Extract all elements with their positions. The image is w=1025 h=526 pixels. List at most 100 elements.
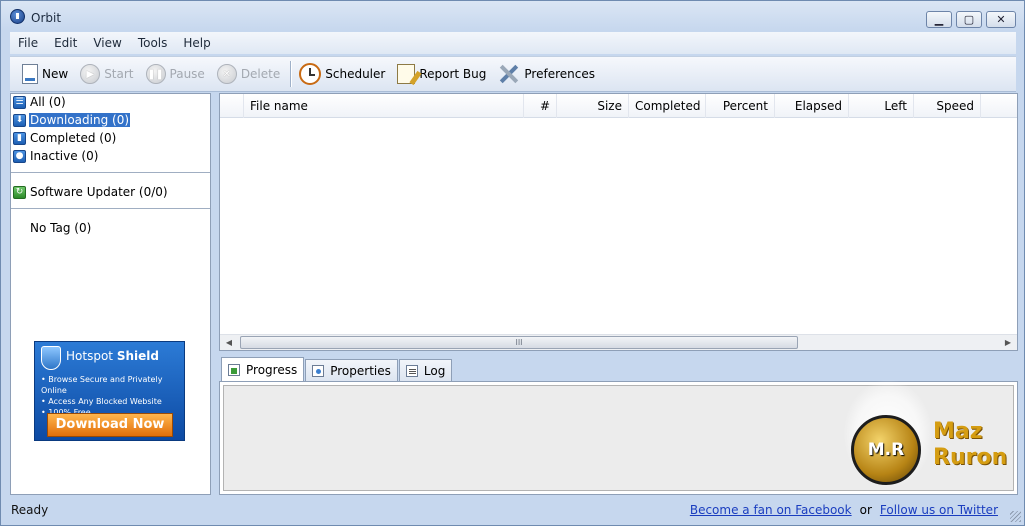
status-links: Become a fan on Facebook or Follow us on… xyxy=(690,503,998,517)
tab-log[interactable]: Log xyxy=(398,359,453,381)
window-title: Orbit xyxy=(31,11,62,25)
sidebar-divider xyxy=(11,172,210,174)
new-button[interactable]: New xyxy=(22,61,68,87)
sidebar-divider xyxy=(11,208,210,210)
tab-progress-label: Progress xyxy=(246,362,298,377)
menu-file[interactable]: File xyxy=(18,36,38,50)
report-bug-icon xyxy=(397,64,416,84)
category-downloading-label: Downloading (0) xyxy=(29,113,131,127)
inactive-icon: ● xyxy=(13,149,26,163)
ad-brand-light: Hotspot xyxy=(66,349,113,363)
scheduler-button[interactable]: Scheduler xyxy=(299,61,385,87)
orbit-app-icon xyxy=(10,9,25,24)
title-bar[interactable]: Orbit ▁ ▢ ✕ xyxy=(1,1,1024,31)
column-number[interactable]: # xyxy=(524,94,557,118)
play-icon: ▶ xyxy=(80,64,101,84)
menu-tools[interactable]: Tools xyxy=(138,36,168,50)
download-list-header: File name # Size Completed Percent Elaps… xyxy=(220,94,1017,118)
column-completed[interactable]: Completed xyxy=(629,94,706,118)
ad-download-now-button[interactable]: Download Now xyxy=(47,413,173,437)
delete-button[interactable]: ✕ Delete xyxy=(216,61,281,87)
watermark-badge: M.R xyxy=(851,415,921,485)
category-sidebar: ☰ All (0) ⬇ Downloading (0) ▮ Completed … xyxy=(10,93,211,495)
tab-log-label: Log xyxy=(423,363,446,378)
preferences-button-label: Preferences xyxy=(524,67,595,81)
ad-bullet: • Access Any Blocked Website xyxy=(41,397,162,406)
category-all-label: All (0) xyxy=(30,95,66,109)
tab-properties[interactable]: Properties xyxy=(305,359,398,381)
start-button[interactable]: ▶ Start xyxy=(80,61,134,87)
menu-bar: File Edit View Tools Help xyxy=(10,32,1016,54)
facebook-link[interactable]: Become a fan on Facebook xyxy=(690,503,852,517)
column-percent[interactable]: Percent xyxy=(706,94,775,118)
column-spacer xyxy=(220,94,244,118)
chart-icon xyxy=(228,363,240,376)
pause-icon: ❚❚ xyxy=(145,64,166,84)
category-completed-label: Completed (0) xyxy=(30,131,117,145)
category-all[interactable]: ☰ All (0) xyxy=(13,94,67,110)
watermark-line: Maz xyxy=(933,419,983,444)
ad-title: Hotspot Shield xyxy=(66,349,159,363)
column-spacer xyxy=(981,94,1015,118)
delete-button-label: Delete xyxy=(240,67,281,81)
status-text: Ready xyxy=(11,503,49,517)
caption-buttons: ▁ ▢ ✕ xyxy=(926,11,1016,28)
start-button-label: Start xyxy=(104,67,134,81)
scrollbar-thumb[interactable]: III xyxy=(240,336,798,349)
column-left[interactable]: Left xyxy=(849,94,914,118)
category-inactive[interactable]: ● Inactive (0) xyxy=(13,148,99,164)
detail-tabs: Progress Properties Log xyxy=(221,357,453,381)
menu-help[interactable]: Help xyxy=(183,36,210,50)
horizontal-scrollbar[interactable]: ◀ III ▶ xyxy=(220,334,1017,350)
watermark-line: Ruron xyxy=(933,445,1008,470)
tab-progress[interactable]: Progress xyxy=(221,357,305,381)
close-button[interactable]: ✕ xyxy=(986,11,1016,28)
scheduler-button-label: Scheduler xyxy=(325,67,386,81)
completed-icon: ▮ xyxy=(13,131,26,145)
twitter-link[interactable]: Follow us on Twitter xyxy=(880,503,998,517)
column-file-name[interactable]: File name xyxy=(244,94,524,118)
pause-button[interactable]: ❚❚ Pause xyxy=(145,61,205,87)
category-downloading[interactable]: ⬇ Downloading (0) xyxy=(13,112,131,128)
log-document-icon xyxy=(405,364,418,377)
maximize-button[interactable]: ▢ xyxy=(956,11,982,28)
scroll-left-icon[interactable]: ◀ xyxy=(222,336,236,350)
menu-view[interactable]: View xyxy=(93,36,121,50)
ad-bullets: • Browse Secure and Privately Online • A… xyxy=(41,374,184,418)
clock-icon xyxy=(299,63,322,85)
no-tag-label: No Tag (0) xyxy=(30,221,92,235)
ad-bullet: • Browse Secure and Privately Online xyxy=(41,375,163,395)
category-completed[interactable]: ▮ Completed (0) xyxy=(13,130,117,146)
minimize-button[interactable]: ▁ xyxy=(926,11,952,28)
scroll-right-icon[interactable]: ▶ xyxy=(1001,336,1015,350)
properties-icon xyxy=(312,364,325,377)
orbit-window: Orbit ▁ ▢ ✕ File Edit View Tools Help Ne… xyxy=(0,0,1025,526)
delete-x-icon: ✕ xyxy=(216,64,237,84)
no-tag-item[interactable]: No Tag (0) xyxy=(29,220,92,236)
hotspot-shield-ad[interactable]: Hotspot Shield • Browse Secure and Priva… xyxy=(34,341,185,441)
tab-properties-label: Properties xyxy=(330,363,391,378)
column-size[interactable]: Size xyxy=(557,94,629,118)
resize-grip-icon[interactable] xyxy=(1010,511,1021,522)
column-elapsed[interactable]: Elapsed xyxy=(775,94,849,118)
sidebar-splitter[interactable] xyxy=(211,93,219,495)
toolbar: New ▶ Start ❚❚ Pause ✕ Delete Scheduler … xyxy=(10,56,1016,92)
download-list[interactable]: File name # Size Completed Percent Elaps… xyxy=(219,93,1018,351)
preferences-button[interactable]: Preferences xyxy=(498,61,595,87)
status-bar: Ready Become a fan on Facebook or Follow… xyxy=(1,498,1024,525)
menu-edit[interactable]: Edit xyxy=(54,36,77,50)
shield-icon xyxy=(41,346,61,370)
new-document-icon xyxy=(22,64,38,84)
category-inactive-label: Inactive (0) xyxy=(30,149,99,163)
report-bug-button-label: Report Bug xyxy=(419,67,487,81)
software-updater-label: Software Updater (0/0) xyxy=(30,185,168,199)
report-bug-button[interactable]: Report Bug xyxy=(397,61,486,87)
refresh-icon: ↻ xyxy=(13,185,26,199)
software-updater-item[interactable]: ↻ Software Updater (0/0) xyxy=(13,184,169,200)
toolbar-separator xyxy=(290,61,292,87)
list-icon: ☰ xyxy=(13,95,26,109)
column-speed[interactable]: Speed xyxy=(914,94,981,118)
watermark-text: Maz Ruron xyxy=(933,419,1007,471)
link-separator: or xyxy=(859,503,872,517)
tools-icon xyxy=(498,63,520,85)
